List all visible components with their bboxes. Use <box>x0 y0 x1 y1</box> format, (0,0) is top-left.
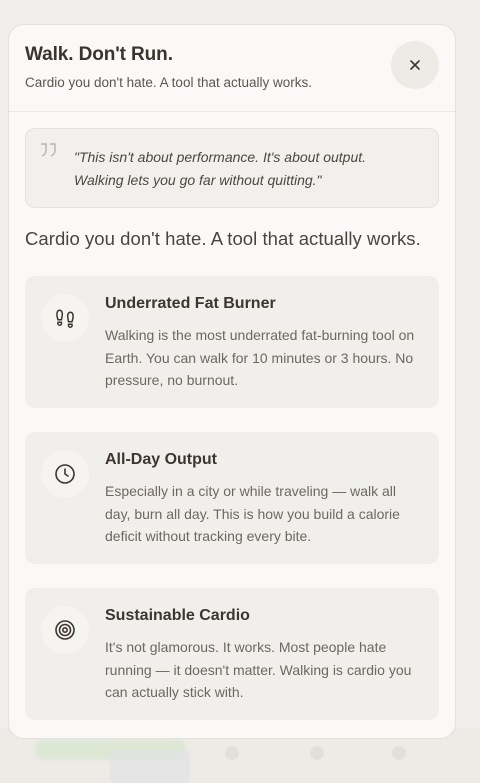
card-title: All-Day Output <box>105 451 217 468</box>
quote-block: "This isn't about performance. It's abou… <box>25 128 439 208</box>
card-icon-badge <box>41 450 89 498</box>
quote-icon <box>41 143 56 157</box>
card-icon-badge <box>41 294 89 342</box>
card-icon-badge <box>41 606 89 654</box>
quote-line-1: "This isn't about performance. It's abou… <box>74 149 367 165</box>
background-nav-icon <box>392 746 406 760</box>
card-title: Sustainable Cardio <box>105 607 250 624</box>
footprints-icon <box>56 309 74 329</box>
clock-icon <box>55 464 75 484</box>
close-button[interactable] <box>391 41 439 89</box>
card-title: Underrated Fat Burner <box>105 295 276 312</box>
sheet-title: Walk. Don't Run. <box>25 44 173 65</box>
card-body: Walking is the most underrated fat-burni… <box>105 327 415 388</box>
background-nav-icon <box>310 746 324 760</box>
target-icon <box>55 620 75 640</box>
sheet-subtitle: Cardio you don't hate. A tool that actua… <box>25 75 312 90</box>
benefit-card: All-Day Output Especially in a city or w… <box>25 432 439 564</box>
card-body: Especially in a city or while traveling … <box>105 483 400 544</box>
benefit-card: Underrated Fat Burner Walking is the mos… <box>25 276 439 408</box>
card-body: It's not glamorous. It works. Most peopl… <box>105 639 412 700</box>
sheet-header: Walk. Don't Run. Cardio you don't hate. … <box>9 25 455 112</box>
close-icon <box>410 60 420 70</box>
background-nav-icon <box>225 746 239 760</box>
lead-text: Cardio you don't hate. A tool that actua… <box>25 228 421 249</box>
quote-line-2: Walking lets you go far without quitting… <box>74 172 322 188</box>
benefit-card: Sustainable Cardio It's not glamorous. I… <box>25 588 439 720</box>
background-thumbnail <box>110 750 190 783</box>
info-sheet: Walk. Don't Run. Cardio you don't hate. … <box>8 24 456 739</box>
